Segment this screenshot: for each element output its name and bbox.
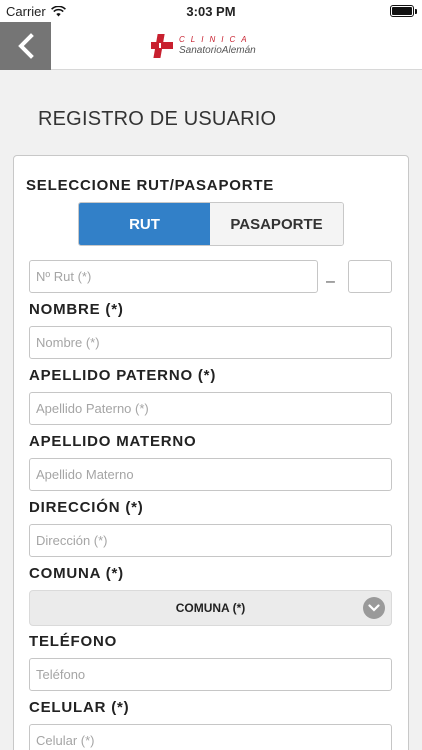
apellido-materno-input[interactable] bbox=[29, 458, 392, 491]
nav-bar: CLINICA SanatorioAlemán bbox=[0, 22, 422, 70]
page-title: REGISTRO DE USUARIO bbox=[38, 108, 277, 130]
doc-type-segmented-control: RUT PASAPORTE bbox=[78, 202, 344, 246]
pasaporte-option-button[interactable]: PASAPORTE bbox=[210, 203, 343, 245]
nombre-input[interactable] bbox=[29, 326, 392, 359]
clinic-logo: CLINICA SanatorioAlemán bbox=[150, 31, 256, 61]
cross-logo-icon bbox=[151, 34, 173, 58]
battery-icon bbox=[390, 5, 417, 17]
telefono-input[interactable] bbox=[29, 658, 392, 691]
logo-top-text: CLINICA bbox=[179, 35, 253, 44]
rut-separator: – bbox=[326, 273, 335, 290]
direccion-input[interactable] bbox=[29, 524, 392, 557]
chevron-left-icon bbox=[17, 33, 34, 59]
nombre-label: NOMBRE (*) bbox=[29, 301, 124, 318]
apellido-paterno-input[interactable] bbox=[29, 392, 392, 425]
back-button[interactable] bbox=[0, 22, 51, 70]
chevron-down-icon bbox=[363, 597, 385, 619]
status-bar: Carrier 3:03 PM bbox=[0, 0, 422, 22]
apellido-paterno-label: APELLIDO PATERNO (*) bbox=[29, 367, 217, 384]
telefono-label: TELÉFONO bbox=[29, 633, 118, 650]
comuna-select[interactable]: COMUNA (*) bbox=[29, 590, 392, 626]
rut-dv-input[interactable] bbox=[348, 260, 392, 293]
celular-input[interactable] bbox=[29, 724, 392, 750]
rut-number-input[interactable] bbox=[29, 260, 318, 293]
rut-option-button[interactable]: RUT bbox=[79, 203, 210, 245]
comuna-select-value: COMUNA (*) bbox=[175, 601, 246, 615]
status-time: 3:03 PM bbox=[186, 4, 236, 19]
apellido-materno-label: APELLIDO MATERNO bbox=[29, 433, 197, 450]
celular-label: CELULAR (*) bbox=[29, 699, 130, 716]
logo-bottom-text: SanatorioAlemán bbox=[179, 45, 256, 56]
comuna-label: COMUNA (*) bbox=[29, 565, 124, 582]
direccion-label: DIRECCIÓN (*) bbox=[29, 499, 144, 516]
doc-type-label: SELECCIONE RUT/PASAPORTE bbox=[26, 177, 275, 194]
